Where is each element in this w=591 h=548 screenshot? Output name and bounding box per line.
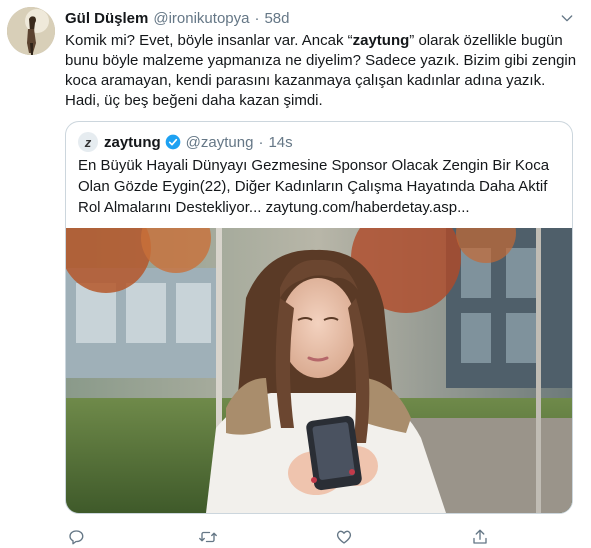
quote-avatar-letter: z — [84, 134, 92, 150]
quote-handle[interactable]: @zaytung — [186, 134, 254, 151]
news-photo — [66, 228, 572, 513]
retweet-icon — [199, 531, 217, 543]
avatar-photo — [7, 7, 55, 55]
quote-header: z zaytung @zaytung · 14s — [78, 132, 293, 152]
tweet-text-start: Komik mi? Evet, böyle insanlar var. Anca… — [65, 32, 353, 49]
quote-avatar[interactable]: z — [78, 132, 98, 152]
quote-time[interactable]: 14s — [268, 134, 292, 151]
reply-icon — [69, 530, 84, 545]
quote-display-name[interactable]: zaytung — [104, 134, 161, 151]
chevron-down-icon[interactable] — [559, 10, 575, 26]
quote-image[interactable] — [66, 228, 572, 513]
quote-text: En Büyük Hayali Dünyayı Gezmesine Sponso… — [78, 157, 550, 216]
tweet-text: Komik mi? Evet, böyle insanlar var. Anca… — [65, 31, 580, 111]
user-avatar[interactable] — [7, 7, 55, 55]
share-icon — [473, 529, 487, 544]
meta-separator: · — [254, 9, 260, 27]
quote-separator: · — [258, 133, 264, 151]
quoted-tweet[interactable]: z zaytung @zaytung · 14s En Büyük Hayali… — [65, 121, 573, 514]
user-handle[interactable]: @ironikutopya — [153, 10, 249, 27]
tweet-text-bold: zaytung — [352, 32, 410, 49]
like-icon — [336, 530, 352, 544]
display-name[interactable]: Gül Düşlem — [65, 10, 148, 27]
tweet-time[interactable]: 58d — [264, 10, 289, 27]
tweet-header: Gül Düşlem @ironikutopya · 58d — [65, 8, 290, 28]
verified-badge-icon — [165, 134, 181, 150]
